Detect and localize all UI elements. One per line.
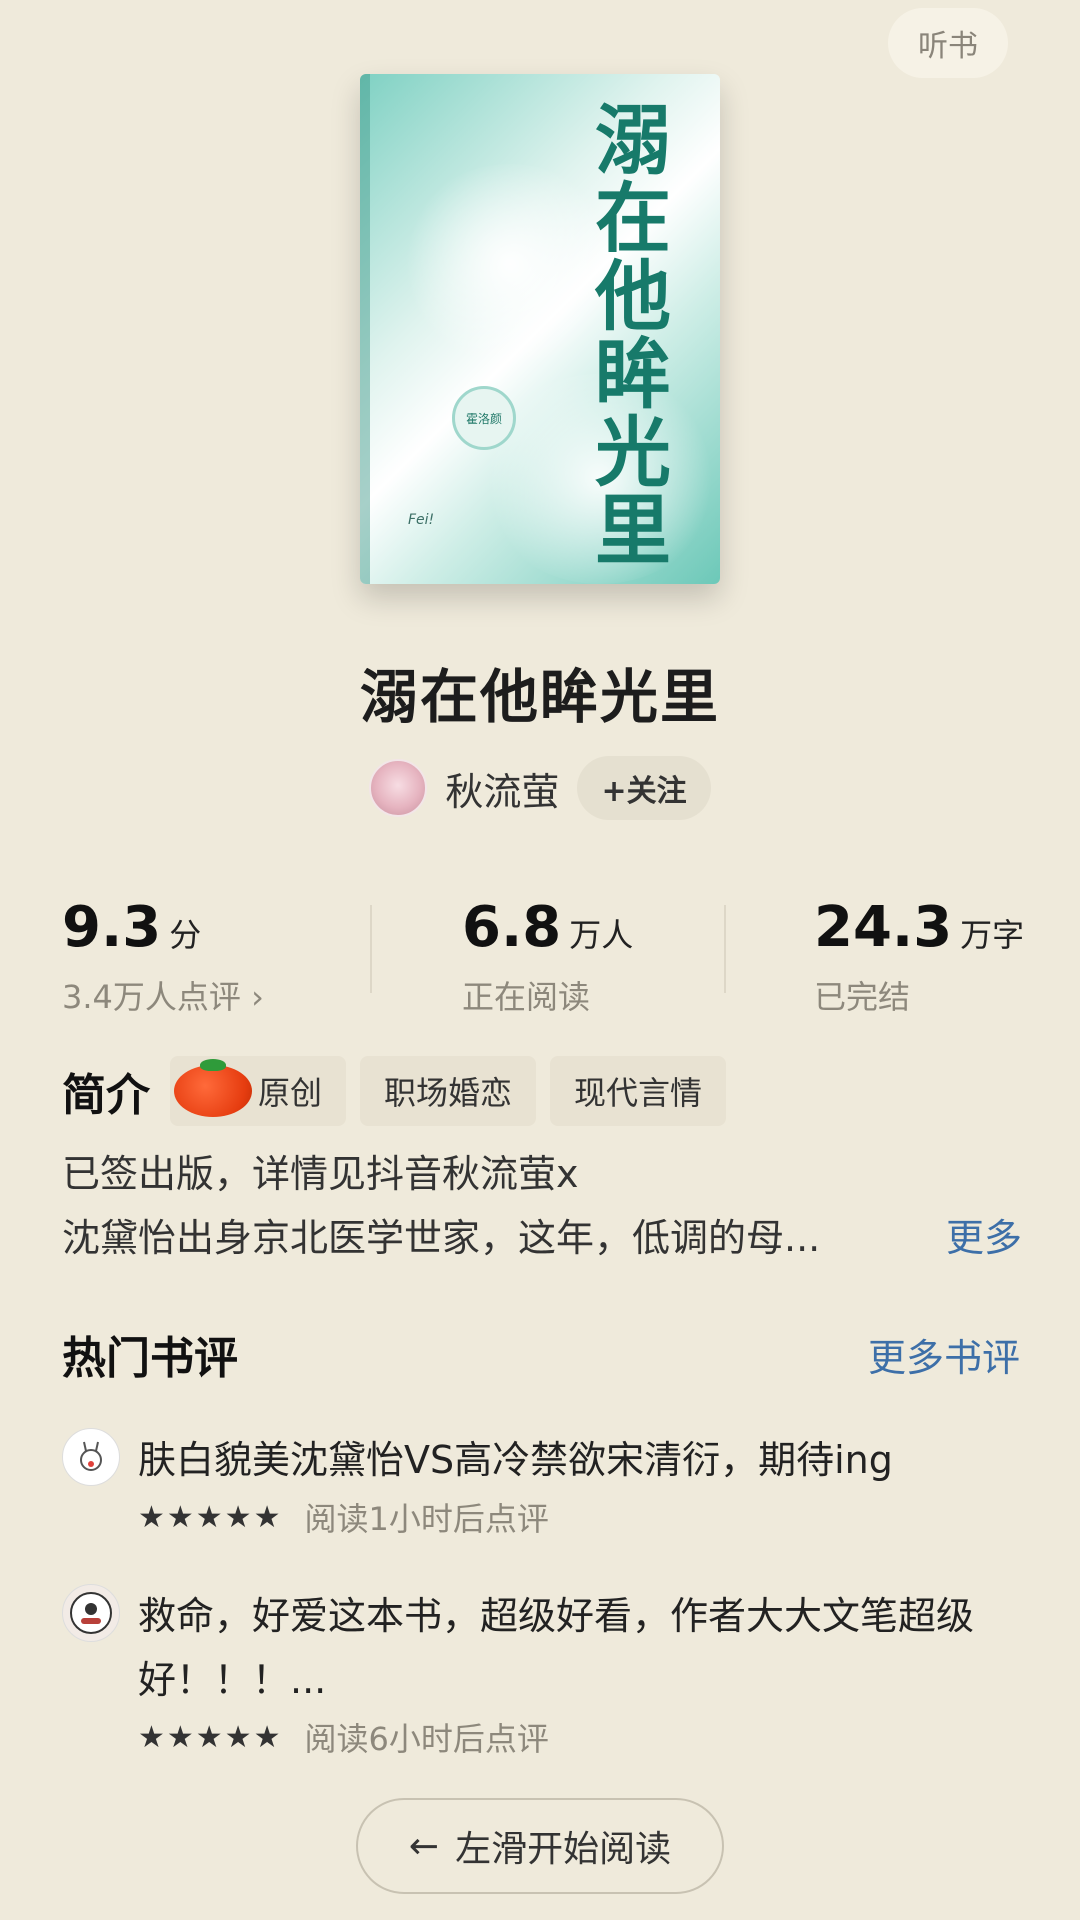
- intro-line: 沈黛怡出身京北医学世家，这年，低调的母...: [62, 1216, 821, 1260]
- reviewer-avatar[interactable]: [62, 1584, 120, 1642]
- words-status: 已完结: [814, 978, 911, 1016]
- intro-header: 简介 原创 职场婚恋 现代言情: [62, 1056, 727, 1126]
- bunny-icon: [80, 1441, 102, 1471]
- cover-spine: [360, 74, 370, 584]
- rating-value: 9.3: [62, 895, 162, 960]
- profile-badge-icon: [70, 1592, 112, 1634]
- stat-divider: [724, 905, 726, 993]
- tag-label: 现代言情: [574, 1074, 703, 1112]
- stat-divider: [370, 905, 372, 993]
- arrow-left-icon: ←: [408, 1825, 440, 1867]
- more-reviews-link[interactable]: 更多书评: [868, 1327, 1020, 1382]
- star-rating: ★★★★★: [138, 1719, 283, 1755]
- start-reading-label: 左滑开始阅读: [455, 1829, 672, 1870]
- readers-value: 6.8: [462, 895, 562, 960]
- tag-workplace-romance[interactable]: 职场婚恋: [360, 1056, 537, 1126]
- tag-label: 职场婚恋: [384, 1074, 513, 1112]
- stat-readers: 6.8 万人 正在阅读: [462, 895, 633, 1018]
- cover-badge: 霍洛颜: [452, 386, 516, 450]
- review-item[interactable]: 救命，好爱这本书，超级好看，作者大大文笔超级好！！！... ★★★★★ 阅读6小…: [62, 1584, 1020, 1760]
- book-cover[interactable]: 溺在他眸光里 霍洛颜 Fei!: [360, 74, 720, 584]
- readers-unit: 万人: [569, 916, 634, 954]
- star-rating: ★★★★★: [138, 1499, 283, 1535]
- readers-label: 正在阅读: [462, 978, 591, 1016]
- intro-text[interactable]: 已签出版，详情见抖音秋流萤x 沈黛怡出身京北医学世家，这年，低调的母... 更多: [62, 1142, 1022, 1270]
- intro-line: 已签出版，详情见抖音秋流萤x: [62, 1152, 579, 1196]
- tag-label: 原创: [258, 1074, 323, 1112]
- intro-more-link[interactable]: 更多: [946, 1206, 1022, 1270]
- cover-signature: Fei!: [408, 512, 435, 528]
- review-text: 救命，好爱这本书，超级好看，作者大大文笔超级好！！！...: [138, 1594, 975, 1702]
- cover-title: 溺在他眸光里: [595, 96, 671, 575]
- tag-original[interactable]: 原创: [170, 1056, 347, 1126]
- cover-cloud: [400, 164, 620, 364]
- intro-heading: 简介: [62, 1070, 150, 1121]
- tag-modern-romance[interactable]: 现代言情: [550, 1056, 727, 1126]
- stats-row: 9.3 分 3.4万人点评 › 6.8 万人 正在阅读 24.3 万字 已完结: [0, 895, 1080, 1018]
- start-reading-button[interactable]: ← 左滑开始阅读: [356, 1798, 724, 1894]
- reviews-heading: 热门书评: [62, 1333, 238, 1384]
- reviewer-avatar[interactable]: [62, 1428, 120, 1486]
- rating-unit: 分: [169, 916, 202, 954]
- rating-count: 3.4万人点评 ›: [62, 978, 264, 1016]
- follow-button[interactable]: +关注: [577, 756, 711, 820]
- listen-button[interactable]: 听书: [888, 8, 1008, 78]
- author-row: 秋流萤 +关注: [0, 756, 1080, 820]
- stat-words: 24.3 万字 已完结: [814, 895, 1024, 1018]
- review-time: 阅读1小时后点评: [304, 1500, 549, 1538]
- review-item[interactable]: 肤白貌美沈黛怡VS高冷禁欲宋清衍，期待ing ★★★★★ 阅读1小时后点评: [62, 1428, 1020, 1540]
- stat-rating[interactable]: 9.3 分 3.4万人点评 ›: [62, 895, 264, 1018]
- book-title: 溺在他眸光里: [359, 663, 720, 731]
- reviews-header: 热门书评 更多书评: [62, 1322, 1020, 1386]
- author-name[interactable]: 秋流萤: [445, 761, 559, 816]
- tomato-icon: [174, 1059, 252, 1117]
- words-unit: 万字: [960, 916, 1025, 954]
- author-avatar[interactable]: [369, 759, 428, 817]
- words-value: 24.3: [814, 895, 953, 960]
- review-text: 肤白貌美沈黛怡VS高冷禁欲宋清衍，期待ing: [138, 1438, 893, 1482]
- review-time: 阅读6小时后点评: [304, 1720, 549, 1758]
